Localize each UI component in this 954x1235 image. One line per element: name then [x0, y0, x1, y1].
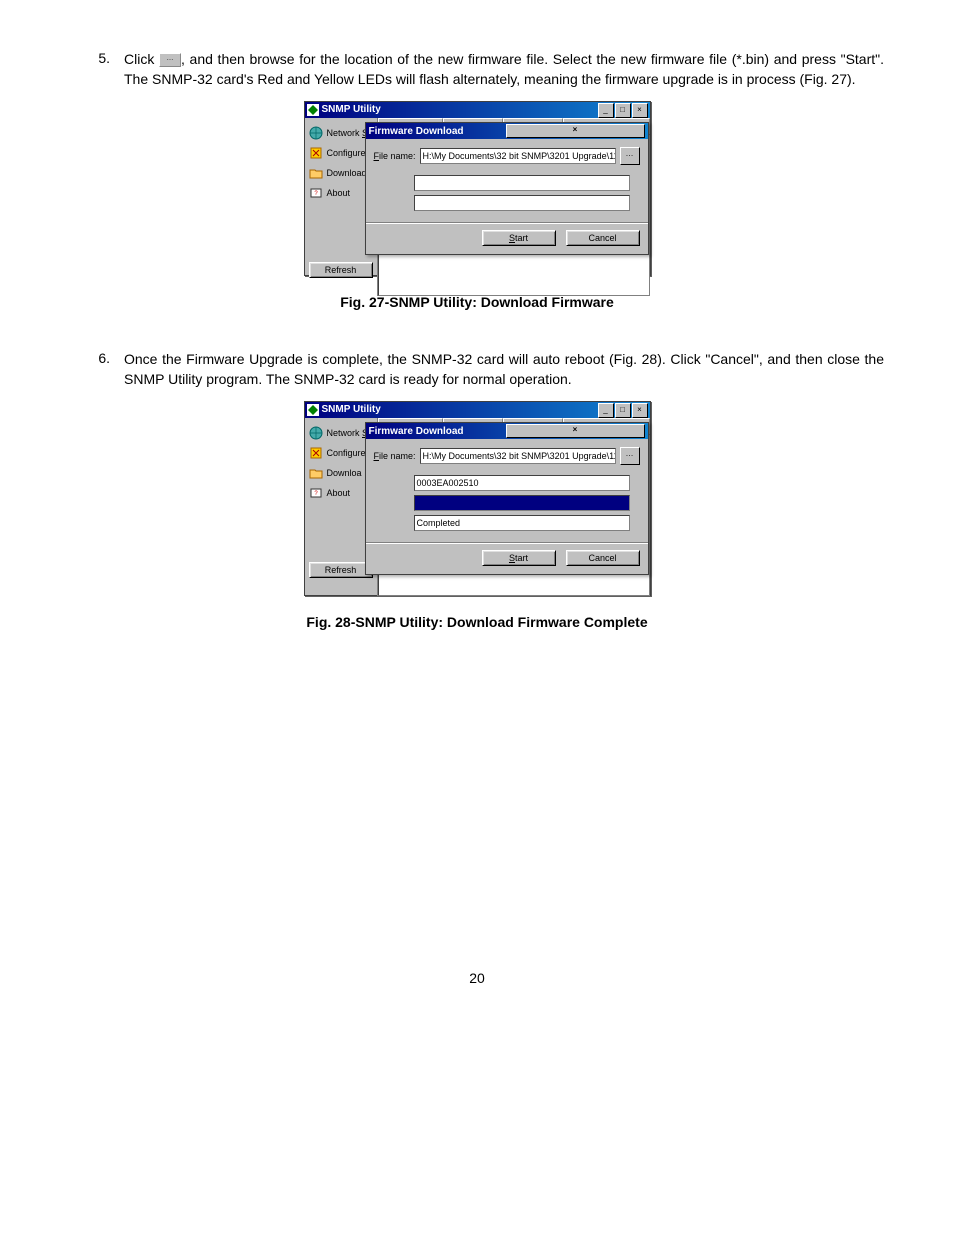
sidebar-configure-label: Configure	[327, 148, 366, 158]
window-title: SNMP Utility	[322, 102, 597, 118]
snmp-utility-window: SNMP Utility _ □ × Network Selection Con…	[304, 101, 651, 276]
progress-bar	[414, 495, 630, 511]
titlebar-2: SNMP Utility _ □ ×	[305, 402, 650, 418]
sidebar-about-label: About	[327, 188, 351, 198]
tools-icon	[309, 446, 323, 460]
filename-field-2[interactable]: H:\My Documents\32 bit SNMP\3201 Upgrade…	[420, 448, 616, 464]
sidebar-about-label: About	[327, 488, 351, 498]
dialog-close-button[interactable]: ×	[506, 124, 645, 138]
step-5-number: 5.	[70, 50, 124, 89]
snmp-utility-window-2: SNMP Utility _ □ × Network Selection Con…	[304, 401, 651, 596]
firmware-download-dialog: Firmware Download × File name: H:\My Doc…	[365, 122, 649, 255]
step5-text-b: , and then browse for the location of th…	[124, 51, 884, 87]
close-button[interactable]: ×	[632, 103, 648, 118]
figure-27: SNMP Utility _ □ × Network Selection Con…	[70, 101, 884, 276]
folder-icon	[309, 466, 323, 480]
page-number: 20	[70, 970, 884, 986]
sidebar-download-label: Downloa	[327, 468, 362, 478]
dialog-titlebar: Firmware Download ×	[366, 123, 648, 139]
minimize-button[interactable]: _	[598, 403, 614, 418]
maximize-button[interactable]: □	[615, 403, 631, 418]
browse-icon: …	[159, 53, 181, 67]
maximize-button[interactable]: □	[615, 103, 631, 118]
filename-field[interactable]: H:\My Documents\32 bit SNMP\3201 Upgrade…	[420, 148, 616, 164]
app-icon	[307, 404, 319, 416]
figure-28: SNMP Utility _ □ × Network Selection Con…	[70, 401, 884, 596]
sidebar-download-label: Download	[327, 168, 367, 178]
step-5-body: Click …, and then browse for the locatio…	[124, 50, 884, 89]
globe-icon	[309, 426, 323, 440]
folder-icon	[309, 166, 323, 180]
browse-button[interactable]: …	[620, 447, 640, 465]
app-icon	[307, 104, 319, 116]
filename-label: File name:	[374, 151, 416, 161]
dialog-title-2: Firmware Download	[369, 426, 506, 437]
filename-label: File name:	[374, 451, 416, 461]
cancel-button[interactable]: Cancel	[566, 550, 640, 566]
close-button[interactable]: ×	[632, 403, 648, 418]
step-5: 5. Click …, and then browse for the loca…	[70, 50, 884, 89]
status-field-completed: Completed	[414, 515, 630, 531]
step5-text-a: Click	[124, 51, 159, 67]
figure-28-caption: Fig. 28-SNMP Utility: Download Firmware …	[70, 614, 884, 630]
step-6-body: Once the Firmware Upgrade is complete, t…	[124, 350, 884, 389]
refresh-button[interactable]: Refresh	[309, 562, 373, 578]
globe-icon	[309, 126, 323, 140]
tools-icon	[309, 146, 323, 160]
status-field-1	[414, 175, 630, 191]
dialog-close-button[interactable]: ×	[506, 424, 645, 438]
start-button[interactable]: Start	[482, 550, 556, 566]
status-field-2	[414, 195, 630, 211]
dialog-title: Firmware Download	[369, 126, 506, 137]
window-title-2: SNMP Utility	[322, 402, 597, 418]
dialog-titlebar-2: Firmware Download ×	[366, 423, 648, 439]
minimize-button[interactable]: _	[598, 103, 614, 118]
start-button[interactable]: Start	[482, 230, 556, 246]
sidebar-configure-label: Configure	[327, 448, 366, 458]
about-icon: ?	[309, 486, 323, 500]
firmware-download-dialog-2: Firmware Download × File name: H:\My Doc…	[365, 422, 649, 575]
step-6: 6. Once the Firmware Upgrade is complete…	[70, 350, 884, 389]
status-field-mac: 0003EA002510	[414, 475, 630, 491]
refresh-button[interactable]: Refresh	[309, 262, 373, 278]
titlebar: SNMP Utility _ □ ×	[305, 102, 650, 118]
step-6-number: 6.	[70, 350, 124, 389]
browse-button[interactable]: …	[620, 147, 640, 165]
cancel-button[interactable]: Cancel	[566, 230, 640, 246]
about-icon: ?	[309, 186, 323, 200]
figure-27-caption: Fig. 27-SNMP Utility: Download Firmware	[70, 294, 884, 310]
